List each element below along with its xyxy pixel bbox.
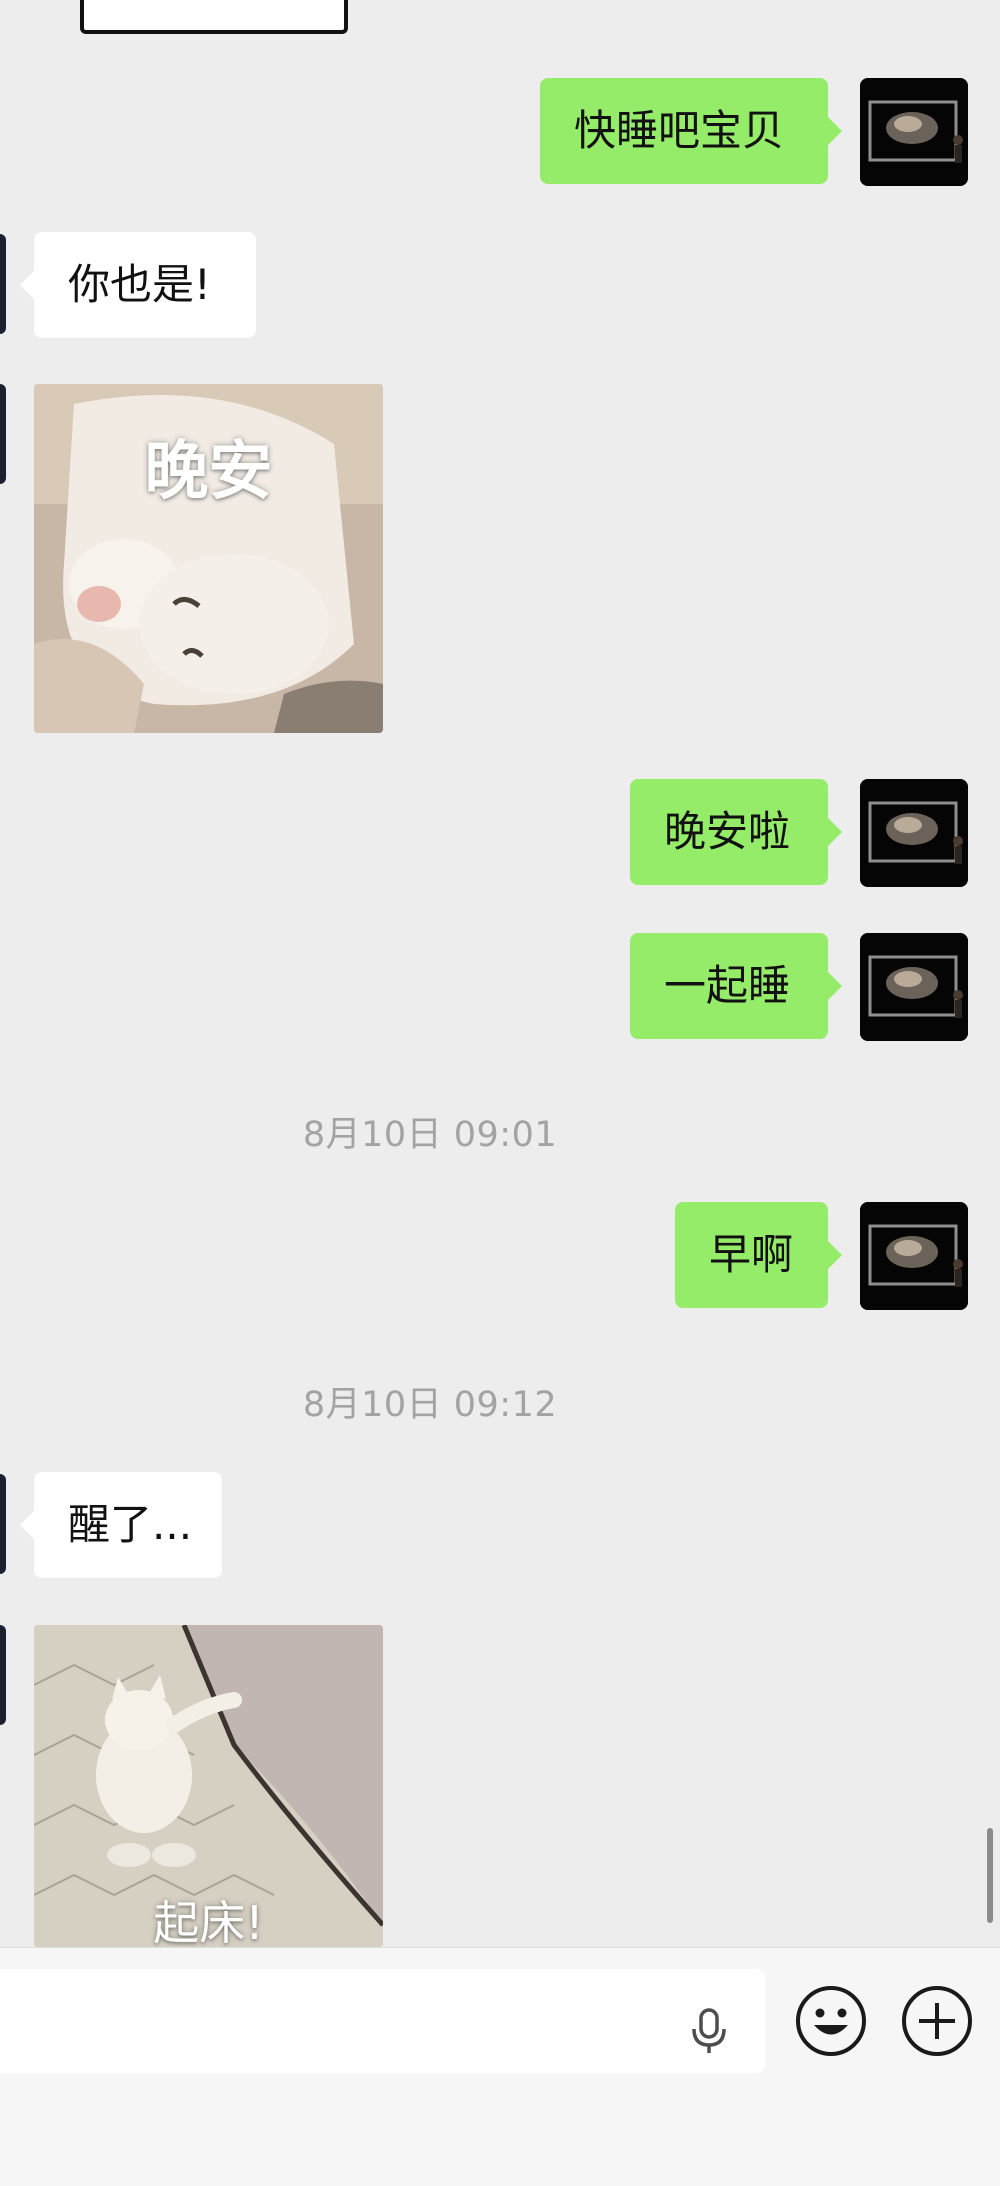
smiley-icon[interactable]: [794, 1984, 868, 2058]
sent-message-bubble[interactable]: 快睡吧宝贝: [540, 78, 842, 184]
sticker-caption: 起床!: [153, 1896, 264, 1947]
avatar-image: [860, 779, 968, 887]
received-message-bubble[interactable]: 你也是!: [20, 232, 256, 338]
sent-message-bubble[interactable]: 早啊: [675, 1202, 842, 1308]
sticker-goodnight-cat[interactable]: 晚安: [34, 384, 383, 733]
avatar-image: [860, 933, 968, 1041]
sent-message-bubble[interactable]: 晚安啦: [630, 779, 842, 885]
message-timestamp: 8月10日 09:01: [302, 1115, 558, 1155]
message-input[interactable]: [0, 1969, 766, 2073]
sticker-caption: 晚安: [144, 435, 273, 509]
message-text: 早啊: [709, 1230, 794, 1279]
message-timestamp: 8月10日 09:12: [302, 1385, 558, 1425]
avatar-image: [860, 1202, 968, 1310]
message-text: 快睡吧宝贝: [574, 106, 785, 155]
contact-avatar-edge[interactable]: [0, 1625, 6, 1725]
plus-icon[interactable]: [900, 1984, 974, 2058]
sent-message-bubble[interactable]: 一起睡: [630, 933, 842, 1039]
my-avatar[interactable]: [860, 1202, 968, 1310]
scrollbar[interactable]: [987, 1828, 993, 1923]
chat-message-list[interactable]: 快睡吧宝贝 你也是! 晚安 晚安啦 一起睡 8月10日 09:01 早啊 8月1…: [0, 0, 1000, 1947]
my-avatar[interactable]: [860, 779, 968, 887]
microphone-icon[interactable]: [684, 2005, 734, 2055]
chat-input-bar: [0, 1947, 1000, 2186]
message-text: 你也是!: [68, 260, 211, 309]
my-avatar[interactable]: [860, 933, 968, 1041]
my-avatar[interactable]: [860, 78, 968, 186]
contact-avatar-edge[interactable]: [0, 234, 6, 334]
message-text: 一起睡: [664, 961, 791, 1010]
message-text: 晚安啦: [664, 807, 791, 856]
contact-avatar-edge[interactable]: [0, 1474, 6, 1574]
avatar-image: [860, 78, 968, 186]
previous-message-fragment: [80, 0, 348, 34]
contact-avatar-edge[interactable]: [0, 384, 6, 484]
message-text: 醒了...: [68, 1500, 193, 1549]
sticker-wake-up-cat[interactable]: 起床!: [34, 1625, 383, 1947]
received-message-bubble[interactable]: 醒了...: [20, 1472, 222, 1578]
